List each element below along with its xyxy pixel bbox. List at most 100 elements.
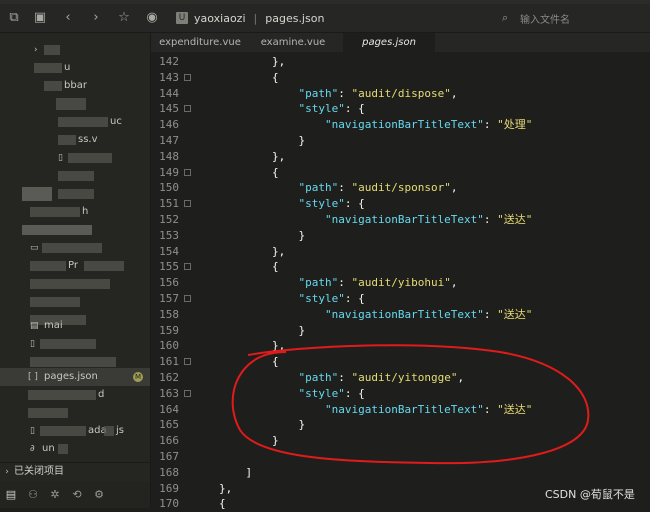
file-search[interactable]: ⌕ 输入文件名 (502, 10, 642, 26)
tree-item[interactable] (0, 167, 150, 185)
line-number: 145 (151, 101, 179, 117)
line-number: 153 (151, 228, 179, 244)
line-number: 164 (151, 402, 179, 418)
line-number: 165 (151, 417, 179, 433)
tree-item[interactable]: ▭ (0, 239, 150, 257)
source-control-icon[interactable]: ⟲ (66, 488, 88, 501)
code-line[interactable]: 160 }, (151, 338, 650, 354)
code-line[interactable]: 143 { (151, 70, 650, 86)
breadcrumb-project[interactable]: yaoxiaozi (194, 12, 246, 25)
tree-item[interactable]: bbar (0, 77, 150, 95)
fold-toggle-icon[interactable] (184, 263, 191, 270)
search-placeholder[interactable]: 输入文件名 (520, 11, 570, 26)
code-line[interactable]: 158 "navigationBarTitleText": "送达" (151, 307, 650, 323)
code-line[interactable]: 167 (151, 449, 650, 465)
fold-toggle-icon[interactable] (184, 390, 191, 397)
save-icon[interactable]: ▣ (32, 10, 48, 26)
code-text: ] (219, 465, 252, 481)
tree-item[interactable] (0, 404, 150, 422)
tree-item[interactable]: ▯ (0, 149, 150, 167)
fold-toggle-icon[interactable] (184, 169, 191, 176)
fold-toggle-icon[interactable] (184, 74, 191, 81)
explorer-icon[interactable]: ▤ (0, 488, 22, 501)
code-line[interactable]: 165 } (151, 417, 650, 433)
code-line[interactable]: 152 "navigationBarTitleText": "送达" (151, 212, 650, 228)
code-line[interactable]: 162 "path": "audit/yitongge", (151, 370, 650, 386)
code-line[interactable]: 150 "path": "audit/sponsor", (151, 180, 650, 196)
star-icon[interactable]: ☆ (116, 10, 132, 26)
run-icon[interactable]: ◉ (144, 10, 160, 26)
code-line[interactable]: 157 "style": { (151, 291, 650, 307)
code-line[interactable]: 144 "path": "audit/dispose", (151, 86, 650, 102)
code-line[interactable]: 148 }, (151, 149, 650, 165)
tab-expenditure-vue[interactable]: expenditure.vue (151, 33, 249, 52)
tree-item-label: Pr (68, 257, 78, 275)
code-text: } (219, 133, 305, 149)
tab-bar: expenditure.vue examine.vue pages.json (151, 33, 650, 52)
tab-pages-json[interactable]: pages.json (343, 33, 435, 52)
tree-item[interactable]: ss.v (0, 131, 150, 149)
code-text: "path": "audit/sponsor", (219, 180, 457, 196)
tree-item[interactable]: uc (0, 113, 150, 131)
breadcrumb-file[interactable]: pages.json (265, 12, 324, 25)
back-icon[interactable]: ‹ (60, 10, 76, 26)
code-line[interactable]: 163 "style": { (151, 386, 650, 402)
tree-item[interactable] (0, 293, 150, 311)
chevron-right-icon[interactable]: › (34, 41, 38, 59)
forward-icon[interactable]: › (88, 10, 104, 26)
code-line[interactable]: 164 "navigationBarTitleText": "送达" (151, 402, 650, 418)
fold-toggle-icon[interactable] (184, 200, 191, 207)
settings-icon[interactable]: ⚙ (88, 488, 110, 501)
line-number: 168 (151, 465, 179, 481)
tree-item[interactable] (0, 95, 150, 113)
code-line[interactable]: 151 "style": { (151, 196, 650, 212)
code-line[interactable]: 145 "style": { (151, 101, 650, 117)
code-line[interactable]: 142 }, (151, 54, 650, 70)
fold-toggle-icon[interactable] (184, 105, 191, 112)
code-line[interactable]: 147 } (151, 133, 650, 149)
code-text: "navigationBarTitleText": "送达" (219, 212, 532, 228)
tree-item[interactable]: ▯ ada js (0, 422, 150, 440)
chevron-right-icon: › (0, 463, 14, 481)
tree-item[interactable]: h (0, 203, 150, 221)
plugin-icon[interactable]: ⚇ (22, 488, 44, 501)
tree-item-pages-json[interactable]: [ ] pages.json M (0, 368, 150, 386)
code-line[interactable]: 166 } (151, 433, 650, 449)
closed-projects-label: 已关闭项目 (14, 466, 64, 477)
modified-badge: M (133, 372, 143, 382)
code-line[interactable]: 154 }, (151, 244, 650, 260)
tree-item[interactable] (0, 185, 150, 203)
tree-item[interactable] (0, 221, 150, 239)
tree-item-label: js (116, 422, 124, 440)
tree-item-label: uc (110, 113, 122, 131)
line-number: 149 (151, 165, 179, 181)
tree-item[interactable]: ∂ un (0, 440, 150, 458)
code-line[interactable]: 168 ] (151, 465, 650, 481)
tree-item[interactable]: ▯ (0, 335, 150, 353)
code-line[interactable]: 161 { (151, 354, 650, 370)
code-line[interactable]: 155 { (151, 259, 650, 275)
tree-item[interactable]: Pr (0, 257, 150, 275)
line-number: 163 (151, 386, 179, 402)
search-file-icon: ⌕ (502, 11, 516, 25)
tree-item[interactable]: ▤ mai (0, 317, 150, 335)
code-line[interactable]: 159 } (151, 323, 650, 339)
tree-item[interactable]: › (0, 41, 150, 59)
tree-item[interactable]: d (0, 386, 150, 404)
code-line[interactable]: 156 "path": "audit/yibohui", (151, 275, 650, 291)
fold-toggle-icon[interactable] (184, 295, 191, 302)
code-line[interactable]: 146 "navigationBarTitleText": "处理" (151, 117, 650, 133)
tree-item[interactable] (0, 275, 150, 293)
line-number: 151 (151, 196, 179, 212)
closed-projects-section[interactable]: ›已关闭项目 (0, 462, 150, 481)
code-text: { (219, 165, 279, 181)
debug-icon[interactable]: ✲ (44, 488, 66, 501)
line-number: 142 (151, 54, 179, 70)
code-line[interactable]: 149 { (151, 165, 650, 181)
fold-toggle-icon[interactable] (184, 358, 191, 365)
tree-item[interactable]: u (0, 59, 150, 77)
tab-examine-vue[interactable]: examine.vue (249, 33, 337, 52)
code-editor[interactable]: 142 },143 {144 "path": "audit/dispose",1… (151, 52, 650, 508)
logo-icon[interactable]: ⧉ (6, 10, 22, 26)
code-line[interactable]: 153 } (151, 228, 650, 244)
